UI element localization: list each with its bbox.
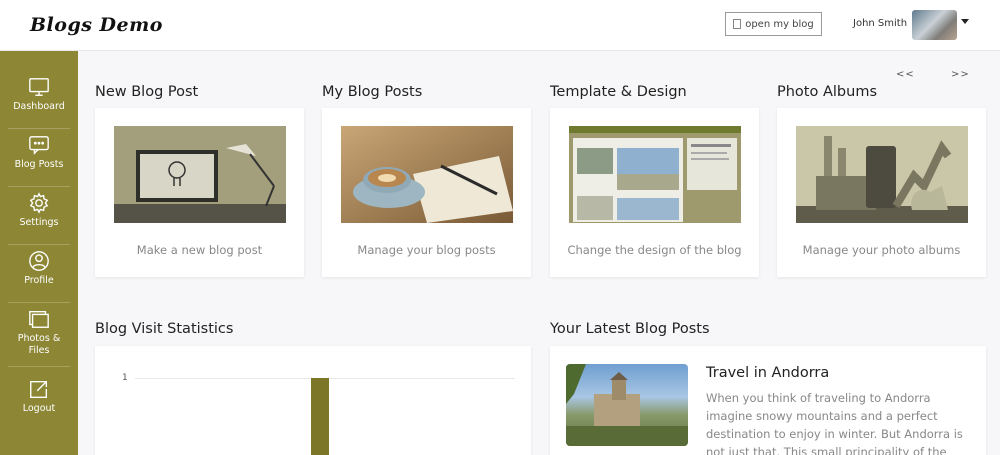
gear-icon	[29, 192, 49, 214]
latest-blog-posts-title: Your Latest Blog Posts	[550, 321, 710, 337]
card-caption: Manage your blog posts	[357, 243, 496, 257]
sidebar-item-label: Photos & Files	[17, 333, 61, 356]
chat-icon	[29, 136, 49, 155]
sidebar-item-profile[interactable]: Profile	[8, 245, 70, 303]
card-title-my-blog-posts: My Blog Posts	[322, 84, 423, 100]
site-logo[interactable]: Blogs Demo	[30, 14, 163, 36]
coffee-notebook-image	[341, 126, 513, 223]
sidebar-item-settings[interactable]: Settings	[8, 187, 70, 245]
post-thumbnail[interactable]	[566, 364, 688, 446]
blog-visit-statistics-title: Blog Visit Statistics	[95, 321, 234, 337]
post-excerpt: When you think of traveling to Andorra i…	[706, 391, 963, 455]
open-my-blog-label: open my blog	[745, 18, 814, 30]
user-icon	[29, 251, 49, 271]
new-blog-post-card[interactable]: Make a new blog post	[95, 108, 304, 277]
chart-bar	[311, 378, 329, 455]
card-title-photo-albums: Photo Albums	[777, 84, 877, 100]
sidebar-item-label: Settings	[19, 217, 59, 228]
sidebar-item-label: Logout	[22, 403, 56, 414]
sidebar-item-label: Profile	[24, 275, 54, 286]
prev-page-button[interactable]: <<	[896, 69, 915, 80]
y-axis-tick-label: 1	[122, 373, 128, 383]
sidebar-item-label: Dashboard	[13, 101, 65, 112]
new-post-image	[114, 126, 286, 223]
monitor-icon	[29, 78, 49, 96]
my-blog-posts-card[interactable]: Manage your blog posts	[322, 108, 531, 277]
card-title-template-design: Template & Design	[550, 84, 687, 100]
photo-albums-image	[796, 126, 968, 223]
sidebar-item-photos-files[interactable]: Photos & Files	[8, 303, 70, 367]
sidebar-item-dashboard[interactable]: Dashboard	[8, 71, 70, 129]
photo-albums-card[interactable]: Manage your photo albums	[777, 108, 986, 277]
chevron-down-icon[interactable]	[961, 19, 969, 24]
card-caption: Change the design of the blog	[567, 243, 742, 257]
document-icon	[733, 19, 742, 29]
card-caption: Manage your photo albums	[802, 243, 961, 257]
template-preview-image	[569, 126, 741, 223]
post-title-link[interactable]: Travel in Andorra	[706, 365, 829, 381]
sidebar-item-blog-posts[interactable]: Blog Posts	[8, 129, 70, 187]
template-design-card[interactable]: Change the design of the blog	[550, 108, 759, 277]
open-my-blog-button[interactable]: open my blog	[725, 12, 822, 36]
logout-icon	[30, 380, 48, 398]
user-name[interactable]: John Smith	[853, 18, 907, 29]
next-page-button[interactable]: >>	[951, 69, 970, 80]
photos-icon	[29, 310, 49, 328]
sidebar-item-label: Blog Posts	[14, 159, 64, 170]
sidebar: Dashboard Blog Posts Settings Profile Ph…	[0, 51, 78, 455]
card-caption: Make a new blog post	[136, 243, 263, 257]
sidebar-item-logout[interactable]: Logout	[8, 373, 70, 431]
card-title-new-blog-post: New Blog Post	[95, 84, 199, 100]
avatar[interactable]	[912, 10, 957, 40]
top-header: Blogs Demo open my blog John Smith	[0, 0, 1000, 51]
